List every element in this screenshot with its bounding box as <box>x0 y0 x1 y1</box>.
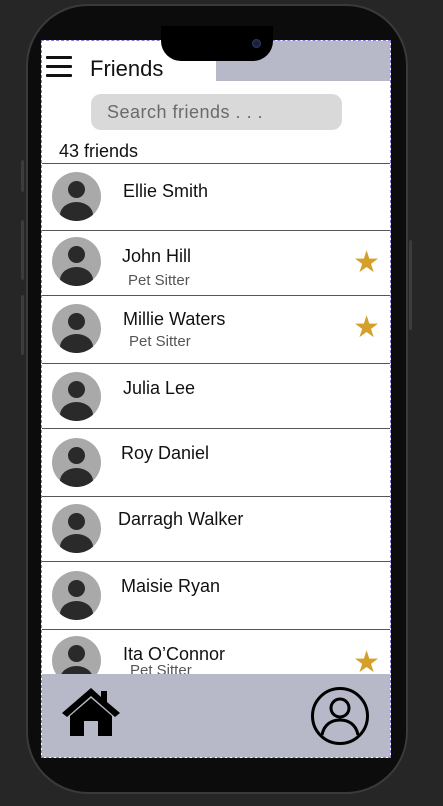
friend-row[interactable]: Darragh Walker <box>42 496 390 561</box>
side-button <box>21 160 24 192</box>
friend-name: Millie Waters <box>123 309 226 329</box>
favorite-star-icon[interactable]: ★ <box>353 248 380 278</box>
friend-name: Maisie Ryan <box>121 576 221 596</box>
app-screen: Friends 43 friends Ellie Smith John Hill… <box>41 40 391 758</box>
avatar <box>52 372 101 421</box>
friend-name: Ellie Smith <box>123 181 209 201</box>
avatar <box>52 438 101 487</box>
friend-name: Julia Lee <box>123 378 196 398</box>
friend-name: Roy Daniel <box>121 443 210 463</box>
hamburger-menu-icon[interactable] <box>46 56 72 78</box>
volume-up-button <box>21 220 24 280</box>
avatar <box>52 504 101 553</box>
favorite-star-icon[interactable]: ★ <box>353 313 380 343</box>
friend-row[interactable]: John Hill Pet Sitter ★ <box>42 230 390 295</box>
friend-role: Pet Sitter <box>128 272 190 289</box>
avatar <box>52 237 101 286</box>
avatar <box>52 172 101 221</box>
search-input[interactable] <box>91 94 342 130</box>
friends-count: 43 friends <box>59 141 139 161</box>
friend-name: Darragh Walker <box>118 509 244 529</box>
volume-down-button <box>21 295 24 355</box>
home-icon[interactable] <box>60 686 122 738</box>
friend-role: Pet Sitter <box>129 333 191 350</box>
friend-row[interactable]: Julia Lee <box>42 363 390 428</box>
friend-name: John Hill <box>122 246 192 266</box>
friend-row[interactable]: Millie Waters Pet Sitter ★ <box>42 295 390 363</box>
friend-row[interactable]: Ellie Smith <box>42 163 390 230</box>
friend-row[interactable]: Roy Daniel <box>42 428 390 496</box>
profile-icon[interactable] <box>310 686 370 746</box>
bottom-nav-bar <box>42 674 390 757</box>
friend-row[interactable]: Maisie Ryan <box>42 561 390 629</box>
phone-notch <box>161 26 273 61</box>
power-button <box>409 240 412 330</box>
avatar <box>52 304 101 353</box>
avatar <box>52 571 101 620</box>
camera-icon <box>252 39 261 48</box>
page-title: Friends <box>90 56 164 81</box>
